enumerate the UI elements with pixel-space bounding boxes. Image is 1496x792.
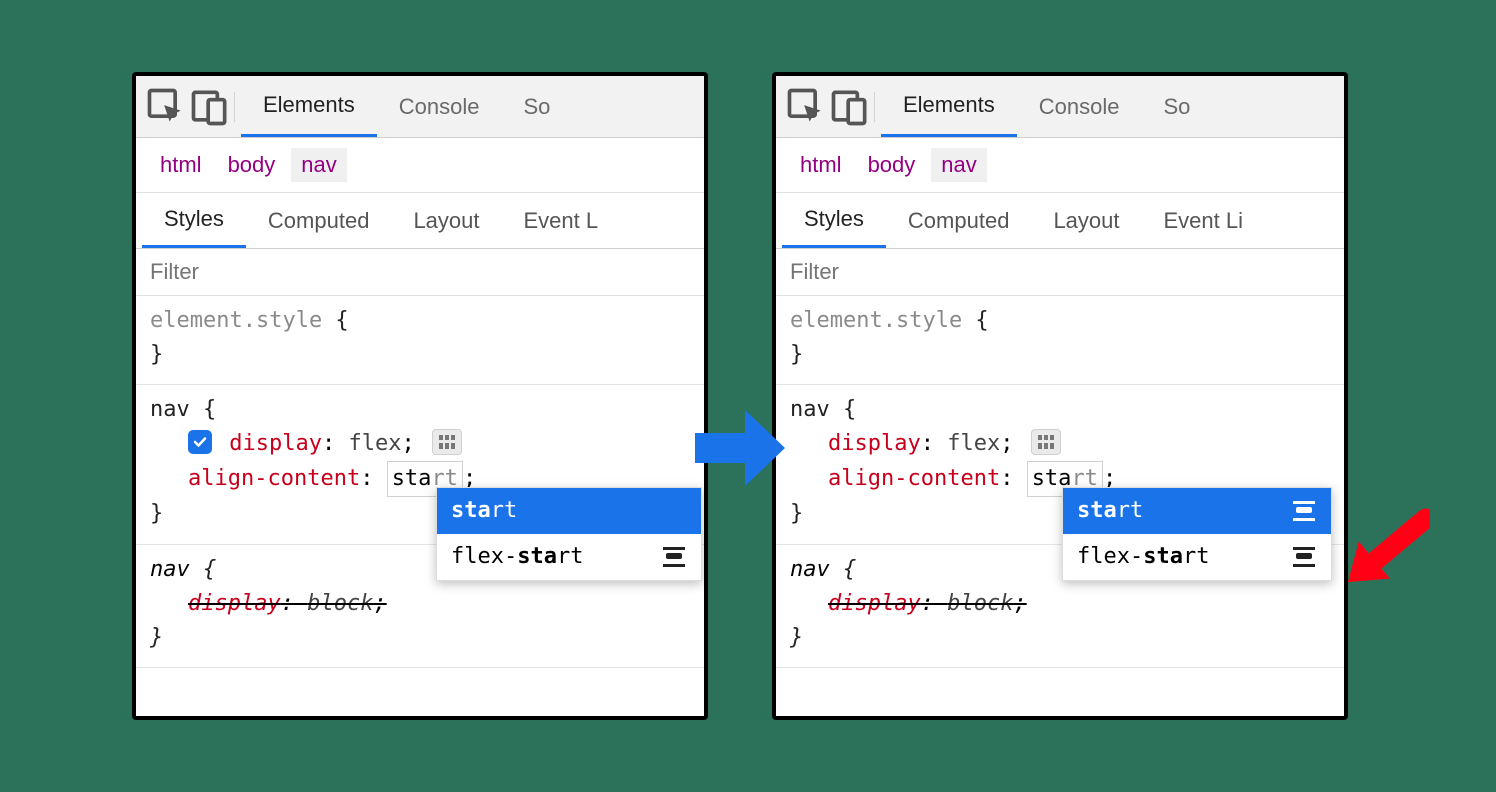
nav-rule[interactable]: nav { display: flex; align-content: star… (136, 385, 704, 544)
autocomplete-item-start[interactable]: start (1063, 488, 1331, 534)
tab-styles[interactable]: Styles (782, 193, 886, 248)
align-start-icon (1291, 498, 1317, 524)
align-flex-start-icon (661, 544, 687, 570)
device-toggle-icon[interactable] (188, 85, 232, 129)
tab-styles[interactable]: Styles (142, 193, 246, 248)
element-style-rule[interactable]: element.style { } (136, 296, 704, 385)
tab-event-listeners[interactable]: Event L (502, 193, 621, 248)
crumb-html[interactable]: html (150, 148, 212, 182)
devtools-panel-after: Elements Console So html body nav Styles… (772, 72, 1348, 720)
selector-text: nav (150, 397, 190, 422)
crumb-html[interactable]: html (790, 148, 852, 182)
separator (874, 92, 875, 122)
tab-event-listeners[interactable]: Event Li (1142, 193, 1266, 248)
toolbar: Elements Console So (776, 76, 1344, 138)
tab-console[interactable]: Console (377, 76, 502, 137)
selector-text: element.style (150, 308, 322, 333)
crumb-body[interactable]: body (858, 148, 926, 182)
devtools-panel-before: Elements Console So html body nav Styles… (132, 72, 708, 720)
tab-sources[interactable]: So (501, 76, 572, 137)
tab-elements[interactable]: Elements (881, 76, 1017, 137)
autocomplete-dropdown: start flex-start (436, 487, 702, 581)
filter-input[interactable] (150, 259, 690, 285)
element-style-rule[interactable]: element.style { } (776, 296, 1344, 385)
device-toggle-icon[interactable] (828, 85, 872, 129)
inspect-icon[interactable] (784, 85, 828, 129)
filter-row (136, 249, 704, 296)
inspect-icon[interactable] (144, 85, 188, 129)
filter-input[interactable] (790, 259, 1330, 285)
tab-sources[interactable]: So (1141, 76, 1212, 137)
autocomplete-item-start[interactable]: start (437, 488, 701, 534)
property-checkbox[interactable] (188, 430, 212, 454)
styles-tabs: Styles Computed Layout Event L (136, 193, 704, 249)
crumb-body[interactable]: body (218, 148, 286, 182)
filter-row (776, 249, 1344, 296)
autocomplete-dropdown: start flex-start (1062, 487, 1332, 581)
separator (234, 92, 235, 122)
flex-editor-icon[interactable] (432, 429, 462, 455)
styles-tabs: Styles Computed Layout Event Li (776, 193, 1344, 249)
tab-layout[interactable]: Layout (391, 193, 501, 248)
autocomplete-item-flex-start[interactable]: flex-start (1063, 534, 1331, 580)
crumb-nav[interactable]: nav (931, 148, 986, 182)
breadcrumb: html body nav (776, 138, 1344, 193)
callout-arrow-icon (1340, 506, 1430, 596)
crumb-nav[interactable]: nav (291, 148, 346, 182)
tab-computed[interactable]: Computed (886, 193, 1032, 248)
autocomplete-item-flex-start[interactable]: flex-start (437, 534, 701, 580)
tab-layout[interactable]: Layout (1031, 193, 1141, 248)
selector-text: element.style (790, 308, 962, 333)
tab-computed[interactable]: Computed (246, 193, 392, 248)
tab-console[interactable]: Console (1017, 76, 1142, 137)
selector-text: nav (790, 397, 830, 422)
breadcrumb: html body nav (136, 138, 704, 193)
tab-elements[interactable]: Elements (241, 76, 377, 137)
transition-arrow-icon (690, 398, 790, 498)
toolbar: Elements Console So (136, 76, 704, 138)
flex-editor-icon[interactable] (1031, 429, 1061, 455)
align-flex-start-icon (1291, 544, 1317, 570)
nav-rule[interactable]: nav { display: flex; align-content: star… (776, 385, 1344, 544)
